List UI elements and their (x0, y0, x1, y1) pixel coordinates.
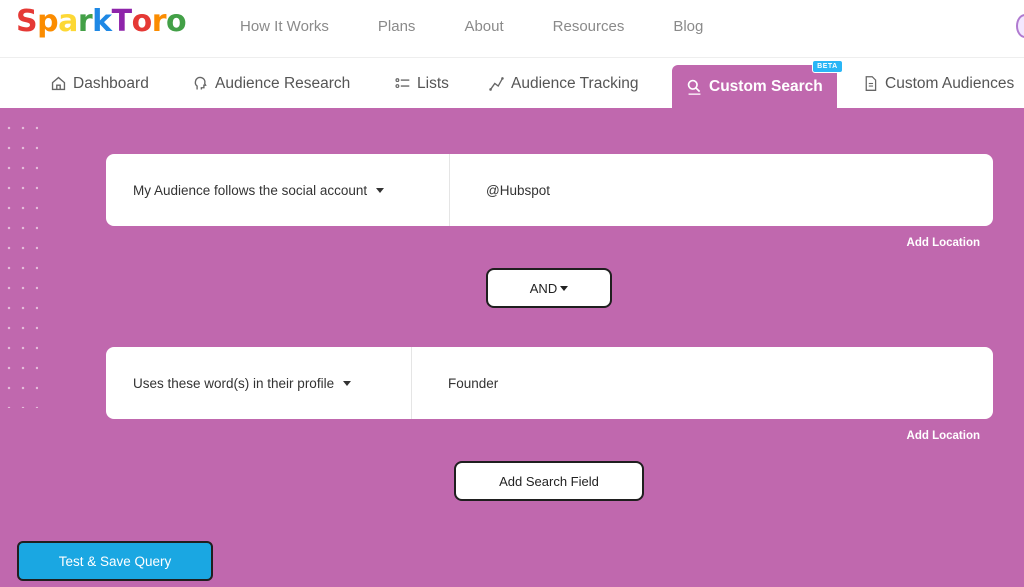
tab-label: Custom Audiences (885, 74, 1015, 92)
nav-how-it-works[interactable]: How It Works (240, 18, 329, 35)
caret-down-icon (376, 187, 385, 193)
tab-label: Dashboard (73, 74, 149, 92)
tab-lists[interactable]: Lists (394, 59, 449, 108)
caret-down-icon (343, 380, 352, 386)
button-label: Test & Save Query (58, 553, 172, 569)
search-field-row-1: My Audience follows the social account @… (106, 154, 993, 226)
custom-search-panel: My Audience follows the social account @… (0, 108, 1024, 587)
decorative-dots (2, 118, 38, 408)
criteria-value-input[interactable]: @Hubspot (450, 154, 993, 226)
search-field-row-2: Uses these word(s) in their profile Foun… (106, 347, 993, 419)
nav-resources[interactable]: Resources (553, 18, 625, 35)
caret-down-icon (560, 285, 569, 291)
avatar[interactable] (1016, 14, 1024, 38)
head-icon (194, 76, 207, 90)
tab-label: Custom Search (709, 77, 823, 95)
tab-label: Audience Tracking (511, 74, 639, 92)
trend-icon (489, 77, 504, 91)
nav-plans[interactable]: Plans (378, 18, 416, 35)
tab-audience-tracking[interactable]: Audience Tracking (488, 59, 639, 108)
beta-badge: BETA (812, 60, 843, 73)
document-icon (865, 76, 877, 91)
nav-about[interactable]: About (464, 18, 503, 35)
criteria-label: Uses these word(s) in their profile (133, 375, 335, 391)
tab-bar: Dashboard Audience Research Lists Audien… (0, 59, 1024, 108)
criteria-label: My Audience follows the social account (133, 182, 368, 198)
operator-dropdown[interactable]: AND (486, 268, 612, 308)
tab-label: Audience Research (215, 74, 351, 92)
list-icon (395, 78, 410, 89)
home-icon (51, 76, 66, 91)
top-nav-links: How It Works Plans About Resources Blog (240, 18, 752, 35)
criteria-value-input[interactable]: Founder (412, 347, 993, 419)
tab-audience-research[interactable]: Audience Research (192, 59, 350, 108)
add-search-field-button[interactable]: Add Search Field (454, 461, 644, 501)
tab-custom-audiences[interactable]: Custom Audiences (862, 59, 1014, 108)
tab-custom-search[interactable]: Custom Search BETA (672, 60, 843, 108)
criteria-dropdown[interactable]: Uses these word(s) in their profile (106, 347, 412, 419)
add-location-link[interactable]: Add Location (907, 430, 980, 442)
search-icon (687, 79, 701, 95)
operator-label: AND (529, 280, 558, 296)
add-location-link[interactable]: Add Location (907, 237, 980, 249)
criteria-dropdown[interactable]: My Audience follows the social account (106, 154, 450, 226)
tab-label: Lists (417, 74, 449, 92)
button-label: Add Search Field (499, 473, 599, 489)
tab-dashboard[interactable]: Dashboard (50, 59, 149, 108)
test-save-query-button[interactable]: Test & Save Query (17, 541, 213, 581)
top-navigation: SparkToro How It Works Plans About Resou… (0, 0, 1024, 58)
sparktoro-logo[interactable]: SparkToro (16, 4, 187, 39)
nav-blog[interactable]: Blog (673, 18, 703, 35)
